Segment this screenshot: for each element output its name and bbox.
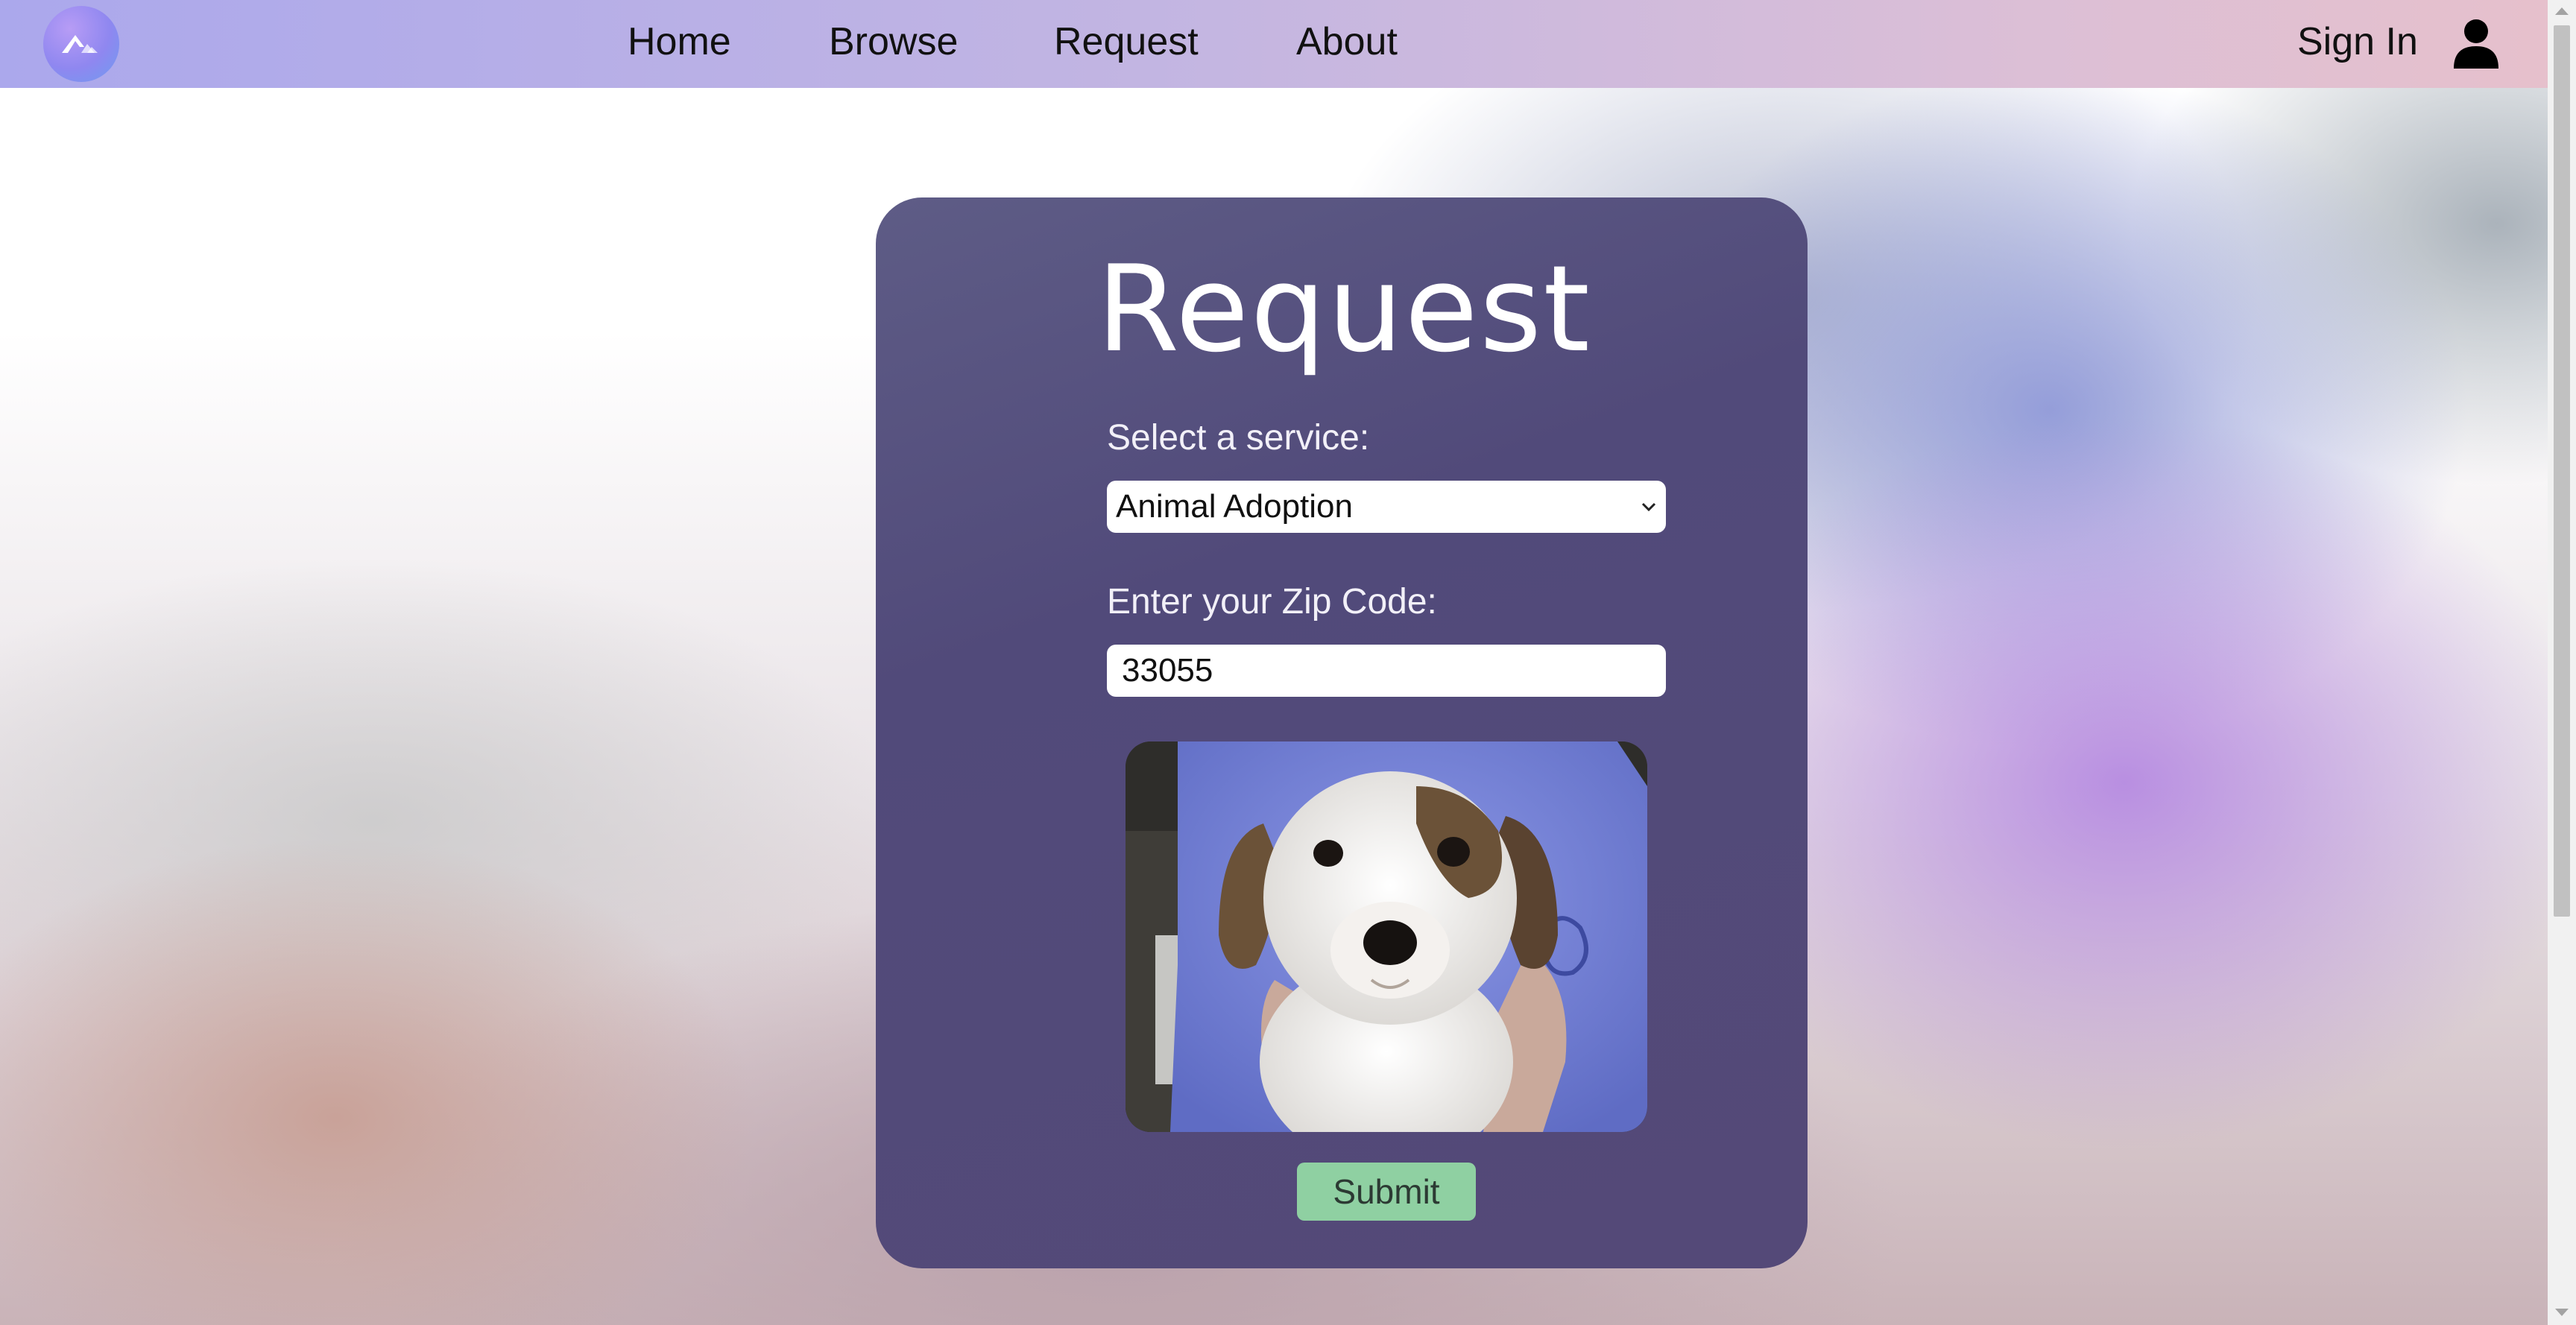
service-selected-value: Animal Adoption	[1116, 488, 1353, 525]
nav-home[interactable]: Home	[628, 19, 731, 64]
zip-label: Enter your Zip Code:	[1107, 582, 1437, 622]
zip-code-input[interactable]: 33055	[1107, 645, 1666, 697]
service-label: Select a service:	[1107, 418, 1370, 458]
page-title: Request	[1096, 239, 1591, 379]
sign-in-link[interactable]: Sign In	[2297, 19, 2418, 64]
vertical-scrollbar[interactable]	[2548, 0, 2576, 1325]
zip-code-value: 33055	[1122, 652, 1213, 689]
chevron-down-icon	[1641, 502, 1656, 512]
nav-request[interactable]: Request	[1054, 19, 1199, 64]
top-nav-bar: Home Browse Request About Sign In	[0, 0, 2548, 88]
service-select[interactable]: Animal Adoption	[1107, 481, 1666, 533]
scrollbar-thumb[interactable]	[2554, 25, 2570, 917]
nav-about[interactable]: About	[1296, 19, 1398, 64]
user-icon[interactable]	[2452, 18, 2500, 69]
submit-button[interactable]: Submit	[1297, 1163, 1476, 1221]
scroll-up-arrow-icon[interactable]	[2555, 7, 2569, 15]
scroll-down-arrow-icon[interactable]	[2555, 1309, 2569, 1316]
nav-browse[interactable]: Browse	[829, 19, 958, 64]
mountain-logo-icon[interactable]	[43, 6, 119, 82]
puppy-photo	[1126, 741, 1647, 1132]
